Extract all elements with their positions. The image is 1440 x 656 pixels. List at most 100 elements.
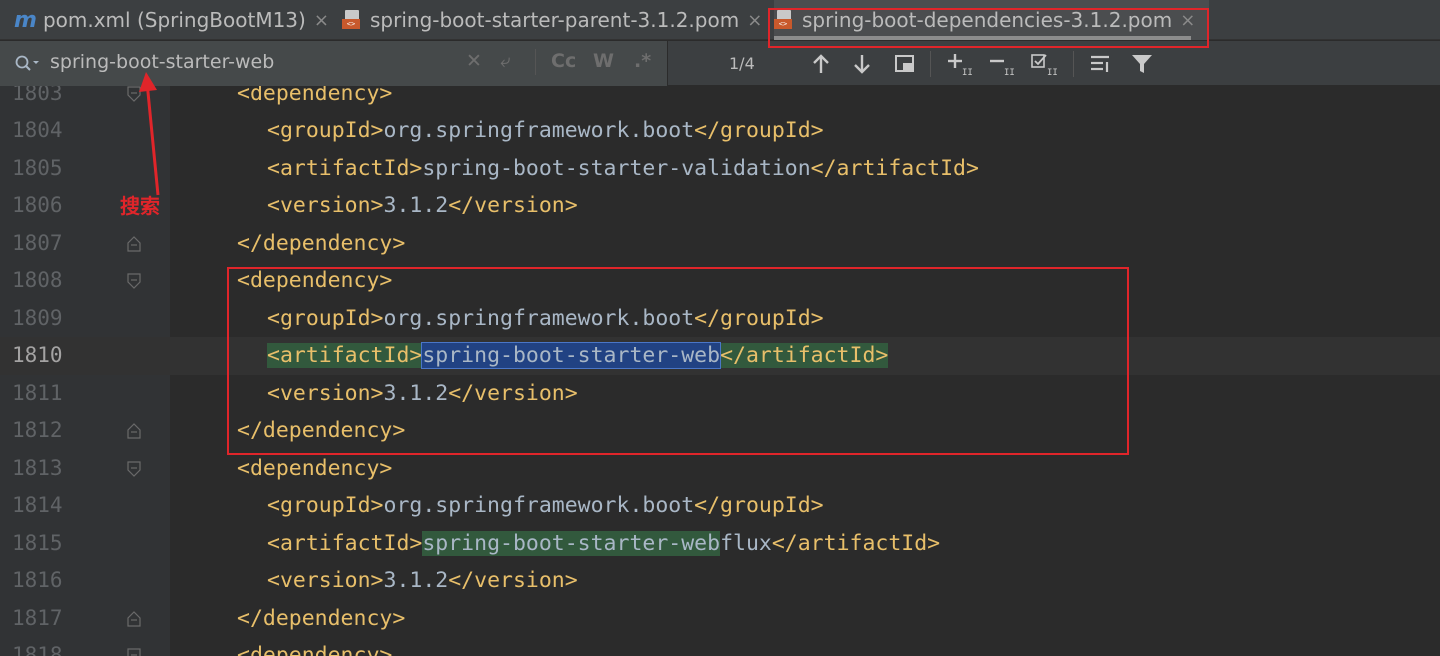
search-history-icon[interactable] — [14, 54, 42, 74]
filter-icon[interactable] — [1127, 49, 1157, 79]
fold-marker-icon[interactable] — [126, 610, 142, 628]
code-line[interactable]: 1804 <groupId>org.springframework.boot</g… — [0, 112, 1440, 150]
find-bar: spring-boot-starter-web ✕ ⤶ Cc W .* 1/4 … — [0, 41, 1440, 86]
fold-marker-icon[interactable] — [126, 422, 142, 440]
xml-text: spring-boot-starter-validation — [422, 155, 811, 181]
xml-close-tag: </groupId> — [694, 118, 824, 143]
line-number: 1815 — [12, 530, 63, 555]
code-line[interactable]: 1806 <version>3.1.2</version> — [0, 187, 1440, 225]
code-line[interactable]: 1807 </dependency> — [0, 225, 1440, 263]
code-text: <version>3.1.2</version> — [267, 562, 578, 600]
editor-tab-bar: m pom.xml (SpringBootM13) × <> spring-bo… — [0, 0, 1440, 40]
match-count: 1/4 — [729, 54, 755, 73]
line-number: 1805 — [12, 155, 63, 180]
code-line[interactable]: 1817 </dependency> — [0, 600, 1440, 638]
xml-open-tag: <dependency> — [237, 86, 393, 106]
regex-button[interactable]: .* — [634, 50, 651, 72]
line-number: 1817 — [12, 605, 63, 630]
line-number: 1803 — [12, 86, 63, 105]
line-number: 1816 — [12, 568, 63, 592]
code-text: </dependency> — [237, 225, 405, 263]
xml-open-tag: <artifactId> — [267, 155, 423, 181]
xml-close-tag: </artifactId> — [771, 530, 941, 556]
annotation-label: 搜索 — [120, 194, 160, 218]
line-number: 1806 — [12, 193, 63, 217]
code-line[interactable]: 1815 <artifactId>spring-boot-starter-webf… — [0, 525, 1440, 563]
line-number: 1818 — [12, 643, 63, 656]
svg-text:II: II — [1047, 68, 1058, 76]
close-icon[interactable]: × — [747, 10, 762, 31]
svg-text:II: II — [962, 68, 973, 76]
filter-lines-icon[interactable] — [1086, 49, 1116, 79]
code-text: <dependency> — [237, 637, 392, 656]
clear-search-icon[interactable]: ✕ — [466, 50, 482, 72]
arrow-down-icon[interactable] — [847, 49, 877, 79]
remove-occurrence-icon[interactable]: II — [987, 49, 1017, 79]
code-text: <dependency> — [237, 450, 392, 488]
xml-open-tag: <dependency> — [237, 455, 393, 481]
code-line[interactable]: 1818 <dependency> — [0, 637, 1440, 656]
xml-close-tag: </version> — [448, 193, 578, 218]
line-number: 1810 — [12, 343, 63, 367]
xml-close-tag: </artifactId> — [810, 155, 979, 181]
arrow-up-icon[interactable] — [806, 49, 836, 79]
code-line[interactable]: 1803 <dependency> — [0, 86, 1440, 112]
xml-close-tag: </groupId> — [694, 493, 824, 518]
code-line[interactable]: 1814 <groupId>org.springframework.boot</g… — [0, 487, 1440, 525]
xml-close-tag: </version> — [448, 568, 578, 593]
tab-label: spring-boot-starter-parent-3.1.2.pom — [370, 8, 740, 32]
select-all-occurrences-icon[interactable]: II — [1030, 49, 1060, 79]
xml-text: 3.1.2 — [383, 193, 449, 218]
xml-text: flux — [720, 530, 772, 556]
fold-marker-icon[interactable] — [126, 272, 142, 290]
add-occurrence-icon[interactable]: II — [945, 49, 975, 79]
code-text: <artifactId>spring-boot-starter-validati… — [267, 150, 979, 188]
svg-text:II: II — [1004, 68, 1015, 76]
close-icon[interactable]: × — [314, 10, 329, 31]
line-number: 1813 — [12, 455, 63, 480]
line-number: 1812 — [12, 418, 63, 442]
xml-open-tag: <version> — [267, 193, 384, 218]
code-text: <groupId>org.springframework.boot</group… — [267, 487, 824, 525]
tab-highlight-box — [768, 8, 1209, 48]
code-text: <artifactId>spring-boot-starter-webflux<… — [267, 525, 940, 563]
search-match: spring-boot-starter-web — [422, 530, 721, 556]
annotation-arrow — [139, 72, 160, 196]
tab-pom-xml[interactable]: m pom.xml (SpringBootM13) × — [14, 0, 329, 40]
fold-marker-icon[interactable] — [126, 647, 142, 656]
code-text: <groupId>org.springframework.boot</group… — [267, 112, 824, 150]
xml-open-tag: </dependency> — [237, 230, 406, 256]
code-line[interactable]: 1805 <artifactId>spring-boot-starter-vali… — [0, 150, 1440, 188]
search-input[interactable]: spring-boot-starter-web ✕ ⤶ Cc W .* — [0, 41, 668, 86]
xml-open-tag: <groupId> — [267, 118, 384, 143]
fold-marker-icon[interactable] — [126, 460, 142, 478]
line-number: 1814 — [12, 493, 63, 517]
code-text: <dependency> — [237, 86, 392, 112]
xml-text: 3.1.2 — [383, 568, 449, 593]
xml-open-tag: <version> — [267, 568, 384, 593]
tab-starter-parent-pom[interactable]: <> spring-boot-starter-parent-3.1.2.pom … — [342, 0, 762, 40]
code-text: <version>3.1.2</version> — [267, 187, 578, 225]
tab-label: pom.xml (SpringBootM13) — [42, 8, 306, 32]
xml-open-tag: </dependency> — [237, 605, 406, 631]
whole-words-button[interactable]: W — [593, 50, 614, 72]
show-in-popup-icon[interactable] — [890, 49, 920, 79]
code-line[interactable]: 1816 <version>3.1.2</version> — [0, 562, 1440, 600]
line-number: 1804 — [12, 118, 63, 142]
line-number: 1807 — [12, 230, 63, 255]
pom-file-icon: <> — [342, 10, 362, 30]
line-number: 1808 — [12, 268, 63, 292]
xml-open-tag: <groupId> — [267, 493, 384, 518]
new-line-icon[interactable]: ⤶ — [500, 50, 511, 72]
line-number: 1811 — [12, 380, 63, 405]
code-text: </dependency> — [237, 600, 405, 638]
match-case-button[interactable]: Cc — [551, 50, 576, 72]
line-number: 1809 — [12, 305, 63, 330]
code-line[interactable]: 1813 <dependency> — [0, 450, 1440, 488]
xml-open-tag: <dependency> — [237, 643, 393, 656]
xml-open-tag: <artifactId> — [267, 530, 423, 556]
maven-m-icon: m — [14, 7, 37, 33]
xml-text: org.springframework.boot — [383, 493, 695, 518]
fold-marker-icon[interactable] — [126, 235, 142, 253]
xml-text: org.springframework.boot — [383, 118, 695, 143]
